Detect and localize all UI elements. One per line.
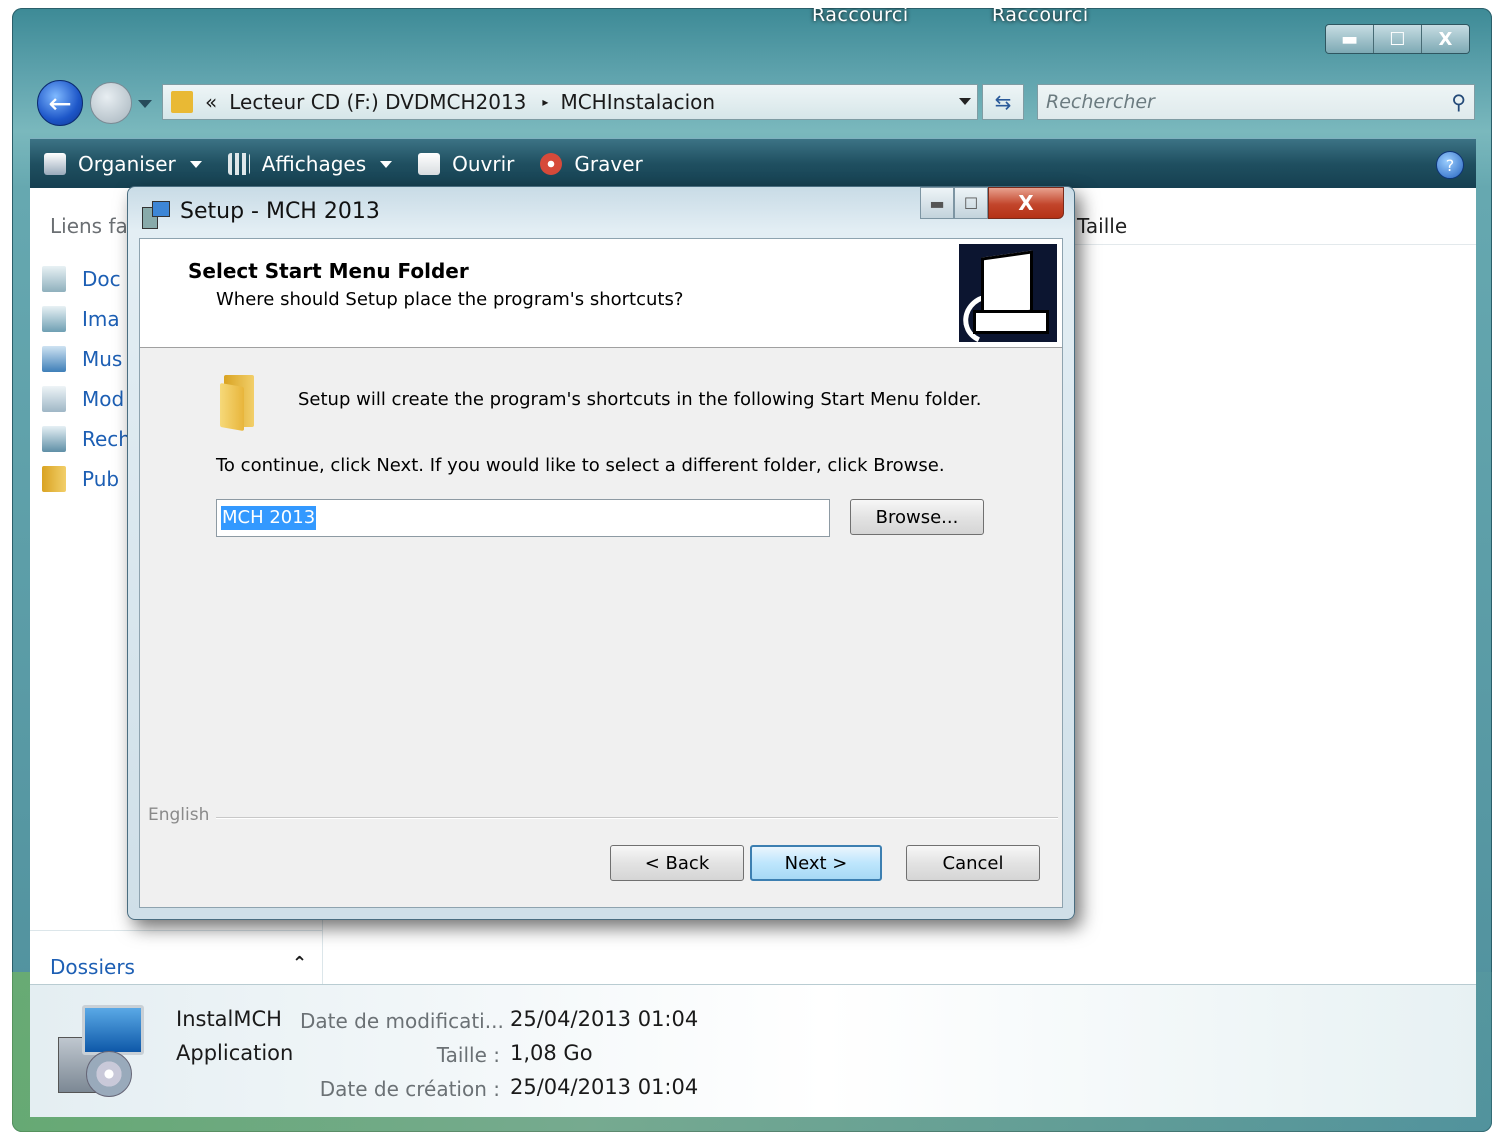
views-icon xyxy=(227,153,250,175)
sidebar-item-public[interactable]: Pub xyxy=(42,464,119,494)
computer-setup-icon xyxy=(959,244,1057,342)
maximize-button[interactable]: ☐ xyxy=(1373,25,1421,53)
sidebar-item-documents[interactable]: Doc xyxy=(42,264,121,294)
recent-icon xyxy=(42,386,66,412)
wizard-page-subheading: Where should Setup place the program's s… xyxy=(216,289,684,310)
dialog-client-area: Select Start Menu Folder Where should Se… xyxy=(139,238,1063,908)
forward-button[interactable] xyxy=(90,82,132,124)
sidebar-item-label: Pub xyxy=(82,467,120,491)
dialog-title: Setup - MCH 2013 xyxy=(180,199,380,224)
sidebar-item-label: Rech xyxy=(82,427,131,451)
chevron-up-icon: ⌃ xyxy=(292,953,308,974)
sidebar-item-label: Mod xyxy=(82,387,125,411)
open-icon xyxy=(418,153,441,175)
close-button[interactable]: X xyxy=(1421,25,1469,53)
favorite-links-title: Liens fa xyxy=(50,214,128,238)
ouvrir-label: Ouvrir xyxy=(452,152,515,176)
chevron-down-icon xyxy=(189,160,202,168)
music-icon xyxy=(42,346,66,372)
created-label: Date de création : xyxy=(319,1077,500,1101)
graver-button[interactable]: Graver xyxy=(540,152,643,176)
wizard-header: Select Start Menu Folder Where should Se… xyxy=(140,239,1062,348)
size-value: 1,08 Go xyxy=(510,1041,593,1065)
next-button[interactable]: Next > xyxy=(750,845,882,881)
setup-dialog: Setup - MCH 2013 ▬ ☐ X Select Start Menu… xyxy=(127,186,1075,920)
back-button[interactable]: ← xyxy=(37,80,83,126)
address-segment-drive[interactable]: Lecteur CD (F:) DVDMCH2013 xyxy=(229,90,526,114)
dialog-window-controls: ▬ ☐ X xyxy=(920,187,1064,219)
desktop-shortcut-label-1: Raccourci xyxy=(812,8,909,26)
desktop-shortcut-label-2: Raccourci xyxy=(992,8,1089,26)
window-controls: ▬ ☐ X xyxy=(1325,24,1470,54)
folder-icon xyxy=(171,91,193,113)
file-type: Application xyxy=(176,1041,294,1065)
pictures-icon xyxy=(42,306,66,332)
sidebar-item-music[interactable]: Mus xyxy=(42,344,122,374)
sidebar-item-recent[interactable]: Mod xyxy=(42,384,124,414)
dialog-minimize-button: ▬ xyxy=(920,187,954,219)
wizard-page-heading: Select Start Menu Folder xyxy=(188,259,469,283)
details-pane: InstalMCH Application Date de modificati… xyxy=(30,984,1476,1117)
column-header-size[interactable]: Taille xyxy=(1077,214,1127,238)
modified-value: 25/04/2013 01:04 xyxy=(510,1007,699,1031)
organiser-menu[interactable]: Organiser xyxy=(44,152,202,176)
search-input[interactable]: Rechercher ⚲ xyxy=(1037,84,1475,120)
back-button[interactable]: < Back xyxy=(610,845,744,881)
installer-icon xyxy=(52,1001,148,1097)
sidebar-item-label: Doc xyxy=(82,267,121,291)
sidebar-item-searches[interactable]: Rech xyxy=(42,424,131,454)
folders-label: Dossiers xyxy=(50,955,135,979)
cancel-button[interactable]: Cancel xyxy=(906,845,1040,881)
burn-disc-icon xyxy=(540,153,563,175)
graver-label: Graver xyxy=(574,152,643,176)
dialog-close-button[interactable]: X xyxy=(988,187,1064,219)
command-toolbar: Organiser Affichages Ouvrir Graver ? xyxy=(30,138,1476,189)
minimize-button[interactable]: ▬ xyxy=(1326,25,1373,53)
start-menu-folder-input[interactable]: MCH 2013 xyxy=(216,499,830,537)
folders-toggle[interactable]: Dossiers ⌃ xyxy=(30,930,322,985)
size-label: Taille : xyxy=(436,1043,500,1067)
folder-icon xyxy=(42,466,66,492)
address-bar[interactable]: « Lecteur CD (F:) DVDMCH2013 ▸ MCHInstal… xyxy=(162,84,978,120)
search-placeholder: Rechercher xyxy=(1046,91,1155,113)
history-dropdown-icon[interactable] xyxy=(138,100,152,108)
affichages-label: Affichages xyxy=(261,152,367,176)
refresh-button[interactable]: ⇆ xyxy=(982,84,1024,120)
instruction-line-2: To continue, click Next. If you would li… xyxy=(216,455,945,476)
browse-button[interactable]: Browse... xyxy=(850,499,984,535)
folder-input-value: MCH 2013 xyxy=(221,506,317,530)
search-icon[interactable]: ⚲ xyxy=(1451,90,1466,114)
address-separator-icon[interactable]: ▸ xyxy=(542,95,548,109)
sidebar-item-label: Mus xyxy=(82,347,123,371)
address-overflow[interactable]: « xyxy=(205,90,217,114)
address-dropdown-icon[interactable] xyxy=(959,98,971,105)
setup-icon xyxy=(140,199,170,229)
file-name: InstalMCH xyxy=(176,1007,282,1031)
sidebar-item-label: Ima xyxy=(82,307,120,331)
dialog-maximize-button: ☐ xyxy=(954,187,988,219)
documents-icon xyxy=(42,266,66,292)
organise-icon xyxy=(44,153,66,175)
ouvrir-button[interactable]: Ouvrir xyxy=(418,152,514,176)
language-label: English xyxy=(148,805,214,825)
refresh-icon: ⇆ xyxy=(994,90,1012,114)
divider xyxy=(216,817,1058,819)
instruction-line-1: Setup will create the program's shortcut… xyxy=(298,389,982,410)
chevron-down-icon xyxy=(380,160,393,168)
affichages-menu[interactable]: Affichages xyxy=(227,152,393,176)
folder-icon xyxy=(220,375,260,432)
searches-icon xyxy=(42,426,66,452)
address-segment-folder[interactable]: MCHInstalacion xyxy=(560,90,715,114)
organiser-label: Organiser xyxy=(78,152,176,176)
back-arrow-icon: ← xyxy=(48,86,72,120)
modified-label: Date de modificati... xyxy=(300,1009,504,1033)
help-icon[interactable]: ? xyxy=(1436,151,1464,179)
created-value: 25/04/2013 01:04 xyxy=(510,1075,699,1099)
sidebar-item-images[interactable]: Ima xyxy=(42,304,120,334)
